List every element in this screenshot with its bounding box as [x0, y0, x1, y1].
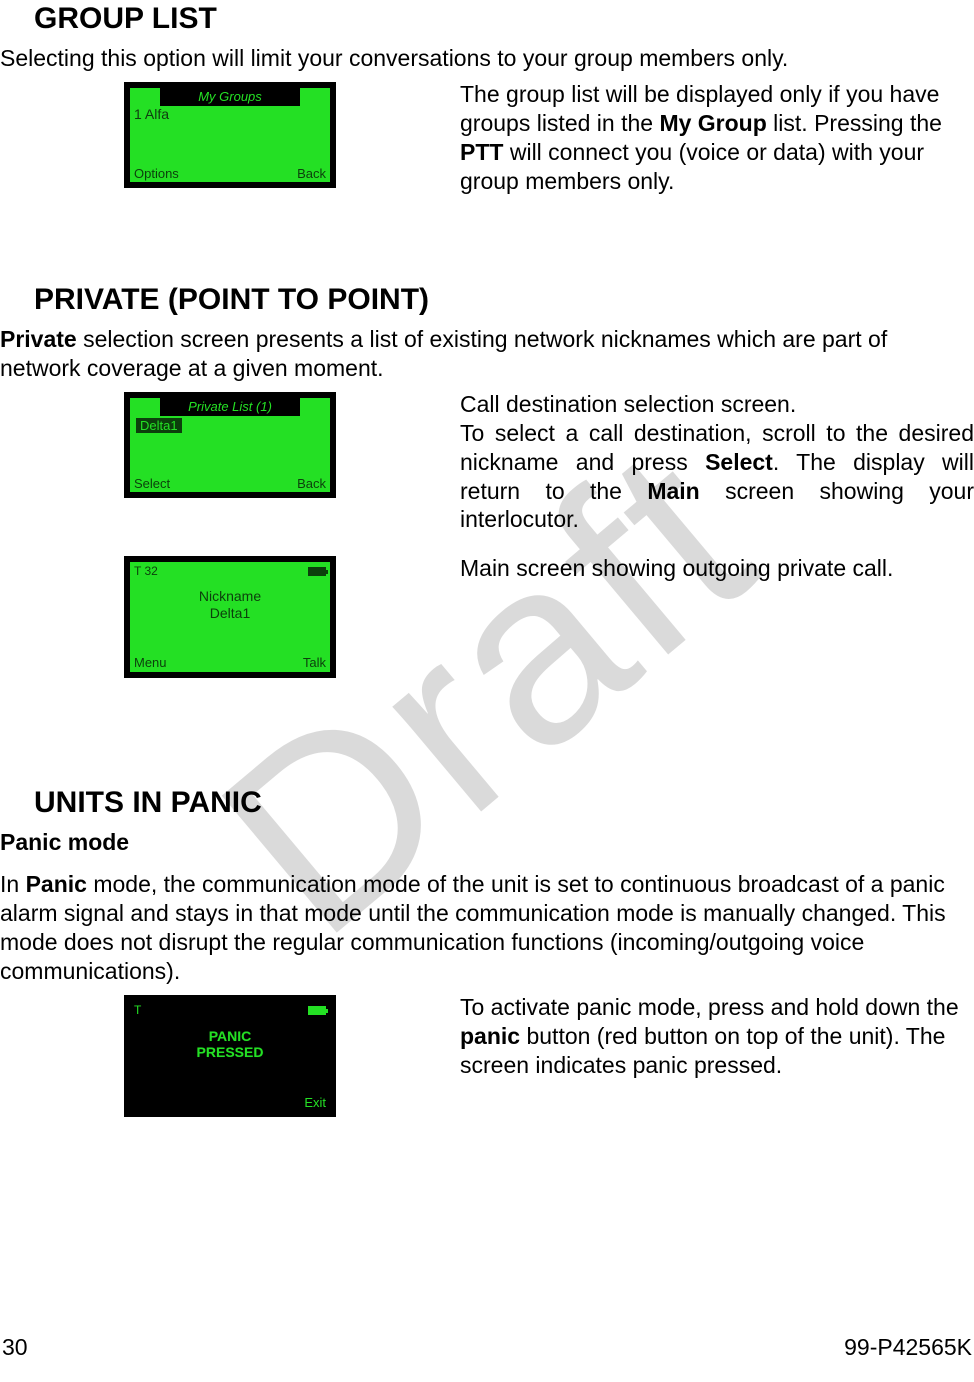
- lcd-status: T: [134, 1003, 141, 1017]
- heading-private: PRIVATE (POINT TO POINT): [34, 281, 974, 319]
- lcd-title: My Groups: [160, 88, 300, 106]
- text-bold: Panic: [26, 871, 87, 897]
- private-desc-2: Main screen showing outgoing private cal…: [460, 554, 974, 583]
- lcd-softkey-right: Talk: [303, 655, 326, 671]
- lcd-title: Private List (1): [160, 398, 300, 416]
- text-bold: Main: [647, 478, 699, 504]
- text-bold: Select: [705, 449, 773, 475]
- heading-units-in-panic: UNITS IN PANIC: [34, 784, 974, 822]
- lcd-line: PANIC: [130, 1028, 330, 1045]
- lcd-panic: T PANIC PRESSED Exit: [124, 995, 336, 1117]
- text-bold: My Group: [659, 110, 766, 136]
- text: list. Pressing the: [767, 110, 942, 136]
- lcd-softkey-right: Back: [297, 476, 326, 492]
- lcd-softkey-left: Menu: [134, 655, 167, 671]
- private-desc-1: Call destination selection screen. To se…: [460, 390, 974, 534]
- lcd-softkey-right: Exit: [304, 1095, 326, 1111]
- lcd-item-selected: Delta1: [136, 418, 182, 434]
- group-list-description: The group list will be displayed only if…: [460, 80, 974, 195]
- battery-icon: [308, 1006, 326, 1015]
- lcd-softkey-right: Back: [297, 166, 326, 182]
- lcd-private-list: Private List (1) Delta1 Select Back: [124, 392, 336, 498]
- panic-subhead: Panic mode: [0, 828, 974, 857]
- text: mode, the communication mode of the unit…: [0, 871, 946, 983]
- document-id: 99-P42565K: [844, 1333, 972, 1362]
- private-intro: Private selection screen presents a list…: [0, 325, 974, 383]
- lcd-softkey-left: Select: [134, 476, 170, 492]
- panic-description: To activate panic mode, press and hold d…: [460, 993, 974, 1079]
- page-number: 30: [2, 1333, 28, 1362]
- lcd-line: PRESSED: [130, 1044, 330, 1061]
- text: will connect you (voice or data) with yo…: [460, 139, 924, 194]
- group-list-intro: Selecting this option will limit your co…: [0, 44, 974, 73]
- lcd-my-groups: My Groups 1 Alfa Options Back: [124, 82, 336, 188]
- panic-intro: In Panic mode, the communication mode of…: [0, 870, 974, 985]
- text: To activate panic mode, press and hold d…: [460, 994, 959, 1020]
- lcd-line: Nickname: [130, 588, 330, 605]
- text: button (red button on top of the unit). …: [460, 1023, 945, 1078]
- text-bold: Private: [0, 326, 77, 352]
- text: In: [0, 871, 26, 897]
- text-bold: panic: [460, 1023, 520, 1049]
- battery-icon: [308, 567, 326, 576]
- lcd-item: 1 Alfa: [134, 106, 169, 122]
- text: Call destination selection screen.: [460, 391, 796, 417]
- lcd-softkey-left: Options: [134, 166, 179, 182]
- lcd-line: Delta1: [130, 605, 330, 622]
- lcd-main-screen: T 32 Nickname Delta1 Menu Talk: [124, 556, 336, 678]
- lcd-status: T 32: [134, 564, 158, 578]
- text: selection screen presents a list of exis…: [0, 326, 887, 381]
- heading-group-list: GROUP LIST: [34, 0, 974, 38]
- text: Main screen showing outgoing private cal…: [460, 555, 893, 581]
- text-bold: PTT: [460, 139, 503, 165]
